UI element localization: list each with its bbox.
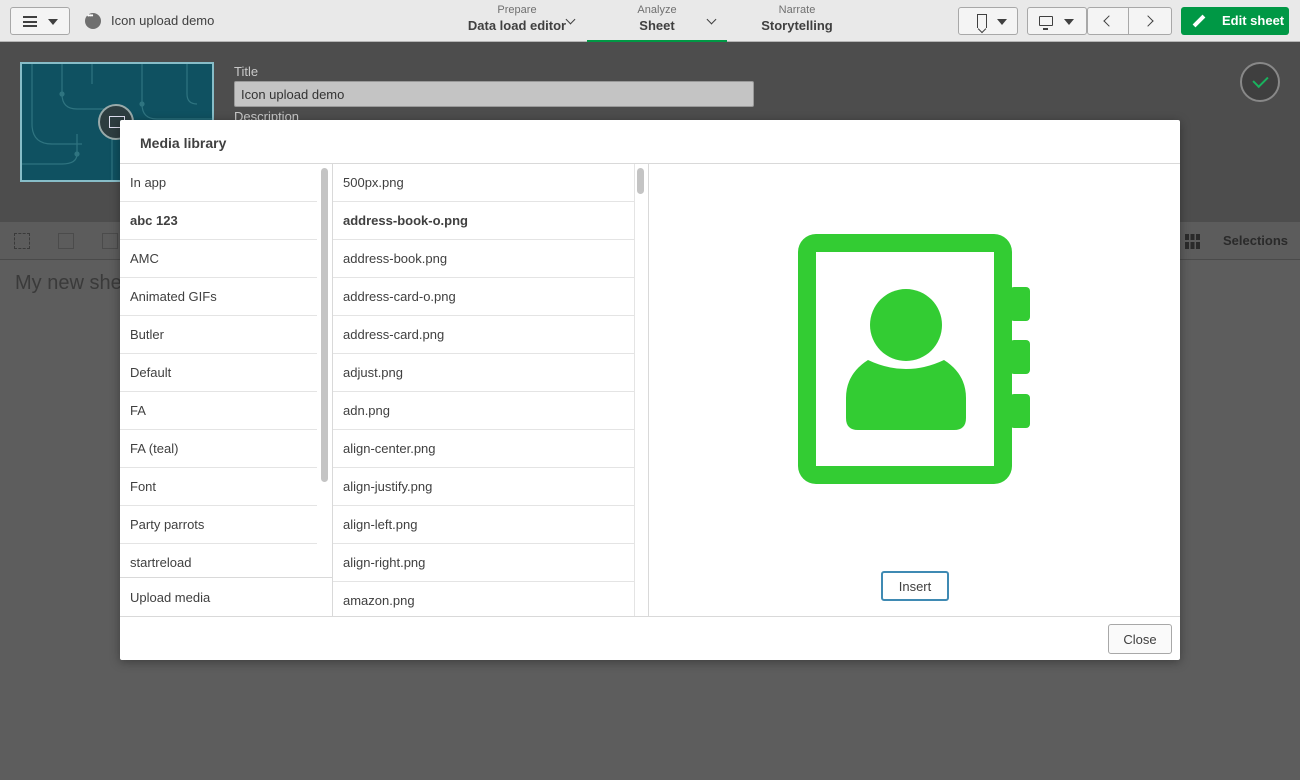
file-item[interactable]: align-center.png bbox=[333, 430, 635, 468]
folder-item-selected[interactable]: abc 123 bbox=[120, 202, 317, 240]
monitor-icon bbox=[1039, 16, 1053, 30]
folder-item[interactable]: AMC bbox=[120, 240, 317, 278]
folder-item[interactable]: Party parrots bbox=[120, 506, 317, 544]
close-button[interactable]: Close bbox=[1108, 624, 1172, 654]
folder-item[interactable]: Font bbox=[120, 468, 317, 506]
folder-item[interactable]: Default bbox=[120, 354, 317, 392]
file-item[interactable]: align-justify.png bbox=[333, 468, 635, 506]
caret-down-icon bbox=[1064, 19, 1074, 25]
tab-prepare[interactable]: Prepare Data load editor bbox=[455, 4, 579, 40]
file-item[interactable]: align-right.png bbox=[333, 544, 635, 582]
file-item[interactable]: 500px.png bbox=[333, 164, 635, 202]
file-item[interactable]: adn.png bbox=[333, 392, 635, 430]
chevron-left-icon bbox=[1103, 15, 1115, 27]
file-item[interactable]: amazon.png bbox=[333, 582, 635, 616]
media-library-dialog: Media library In app abc 123 AMC Animate… bbox=[120, 120, 1180, 660]
caret-down-icon bbox=[48, 19, 58, 25]
smart-search-icon[interactable] bbox=[14, 233, 30, 249]
device-preview-button[interactable] bbox=[1027, 7, 1087, 35]
global-menu-button[interactable] bbox=[10, 7, 70, 35]
app-icon bbox=[85, 11, 101, 29]
folder-item[interactable]: FA (teal) bbox=[120, 430, 317, 468]
previous-sheet-button[interactable] bbox=[1087, 7, 1129, 35]
file-item[interactable]: align-left.png bbox=[333, 506, 635, 544]
folder-item[interactable]: Butler bbox=[120, 316, 317, 354]
bookmark-icon bbox=[977, 14, 987, 28]
folder-scrollbar[interactable] bbox=[321, 168, 328, 482]
dialog-title: Media library bbox=[140, 135, 227, 151]
file-item[interactable]: address-book.png bbox=[333, 240, 635, 278]
file-scrollbar[interactable] bbox=[637, 168, 644, 194]
media-preview: Insert bbox=[650, 164, 1180, 616]
edit-sheet-label: Edit sheet bbox=[1222, 13, 1285, 28]
tab-analyze-sub: Analyze bbox=[637, 4, 677, 16]
folder-item[interactable]: In app bbox=[120, 164, 317, 202]
selections-label[interactable]: Selections bbox=[1223, 233, 1288, 248]
dialog-footer: Close bbox=[120, 616, 1180, 660]
tab-prepare-sub: Prepare bbox=[497, 4, 537, 16]
sheets-grid-icon[interactable] bbox=[1185, 234, 1200, 249]
app-title: Icon upload demo bbox=[111, 13, 215, 28]
file-item[interactable]: adjust.png bbox=[333, 354, 635, 392]
top-bar: Icon upload demo Prepare Data load edito… bbox=[0, 0, 1300, 42]
address-book-icon bbox=[798, 234, 1030, 484]
title-label: Title bbox=[234, 64, 259, 79]
folder-item[interactable]: FA bbox=[120, 392, 317, 430]
dialog-header: Media library bbox=[120, 120, 1180, 164]
step-back-icon[interactable] bbox=[58, 233, 74, 249]
sheet-title: My new she bbox=[15, 272, 122, 294]
step-forward-icon[interactable] bbox=[102, 233, 118, 249]
title-input[interactable]: Icon upload demo bbox=[234, 81, 754, 107]
tab-narrate-sub: Narrate bbox=[778, 4, 816, 16]
tab-analyze[interactable]: Analyze Sheet bbox=[587, 4, 727, 42]
caret-down-icon bbox=[997, 19, 1007, 25]
bookmarks-button[interactable] bbox=[958, 7, 1018, 35]
file-item[interactable]: address-card-o.png bbox=[333, 278, 635, 316]
confirm-check-icon[interactable] bbox=[1240, 62, 1280, 102]
next-sheet-button[interactable] bbox=[1128, 7, 1172, 35]
chevron-right-icon bbox=[1142, 15, 1154, 27]
tab-narrate-label: Storytelling bbox=[761, 18, 833, 33]
upload-media-button[interactable]: Upload media bbox=[120, 577, 332, 616]
hamburger-icon bbox=[23, 16, 37, 27]
file-item-selected[interactable]: address-book-o.png bbox=[333, 202, 635, 240]
insert-button[interactable]: Insert bbox=[881, 571, 949, 601]
edit-sheet-button[interactable]: Edit sheet bbox=[1181, 7, 1289, 35]
file-list: 500px.png address-book-o.png address-boo… bbox=[333, 164, 649, 616]
file-item[interactable]: address-card.png bbox=[333, 316, 635, 354]
tab-narrate[interactable]: Narrate Storytelling bbox=[755, 4, 839, 40]
folder-list: In app abc 123 AMC Animated GIFs Butler … bbox=[120, 164, 333, 616]
tab-prepare-label: Data load editor bbox=[467, 18, 567, 33]
folder-item[interactable]: Animated GIFs bbox=[120, 278, 317, 316]
pencil-icon bbox=[1192, 14, 1206, 28]
